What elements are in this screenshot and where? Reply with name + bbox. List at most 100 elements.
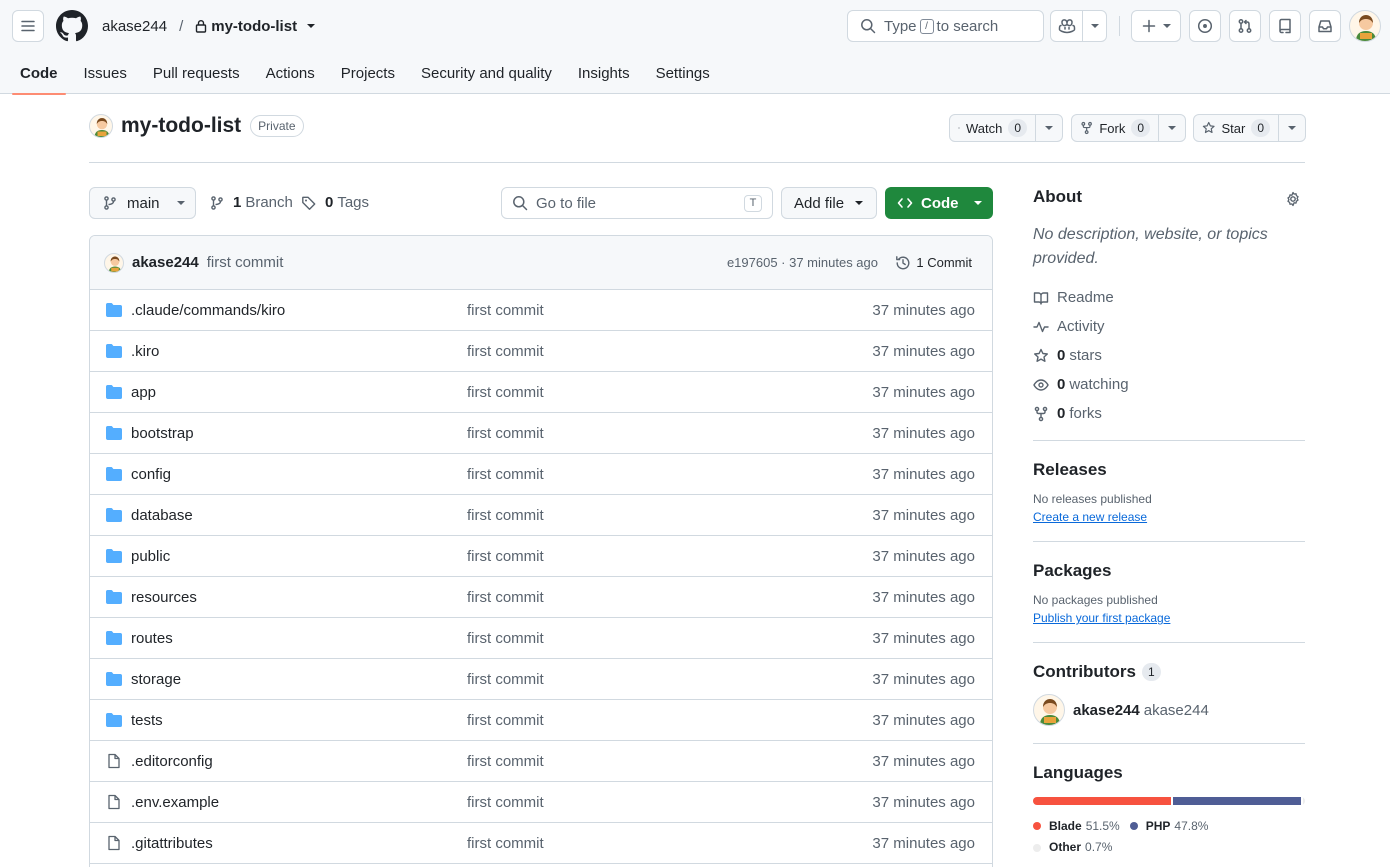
language-item[interactable]: Blade 51.5%: [1033, 816, 1120, 837]
file-name[interactable]: app: [131, 384, 156, 401]
tab-actions[interactable]: Actions: [258, 52, 323, 94]
repositories-button[interactable]: [1269, 10, 1301, 42]
file-row[interactable]: database first commit 37 minutes ago: [90, 495, 992, 536]
watch-button[interactable]: Watch 0: [949, 114, 1063, 142]
file-commit-message[interactable]: first commit: [467, 630, 544, 647]
file-commit-message[interactable]: first commit: [467, 835, 544, 852]
tab-projects[interactable]: Projects: [333, 52, 403, 94]
file-row[interactable]: tests first commit 37 minutes ago: [90, 700, 992, 741]
file-name[interactable]: .env.example: [131, 794, 219, 811]
file-row[interactable]: .kiro first commit 37 minutes ago: [90, 331, 992, 372]
language-item[interactable]: Other 0.7%: [1033, 837, 1112, 858]
file-commit-message[interactable]: first commit: [467, 671, 544, 688]
tags-link[interactable]: 0 Tags: [301, 194, 369, 211]
chevron-down-icon[interactable]: [1287, 125, 1297, 131]
breadcrumb-owner[interactable]: akase244: [102, 18, 167, 35]
commit-author[interactable]: akase244: [132, 254, 199, 271]
file-commit-message[interactable]: first commit: [467, 466, 544, 483]
publish-package-link[interactable]: Publish your first package: [1033, 611, 1305, 625]
tab-insights[interactable]: Insights: [570, 52, 638, 94]
file-name[interactable]: .claude/commands/kiro: [131, 302, 285, 319]
readme-link[interactable]: Readme: [1033, 283, 1305, 312]
language-item[interactable]: PHP 47.8%: [1129, 816, 1208, 837]
file-name[interactable]: .kiro: [131, 343, 159, 360]
search-input[interactable]: Type / to search: [847, 10, 1044, 42]
file-commit-message[interactable]: first commit: [467, 712, 544, 729]
breadcrumb-repo[interactable]: my-todo-list: [211, 18, 297, 35]
copilot-button[interactable]: [1050, 10, 1107, 42]
forks-link[interactable]: 0 forks: [1033, 399, 1305, 428]
tab-issues[interactable]: Issues: [76, 52, 135, 94]
branch-select[interactable]: main: [89, 187, 196, 219]
repo-name[interactable]: my-todo-list: [121, 114, 241, 138]
contributor-avatar[interactable]: [1033, 694, 1065, 726]
file-commit-message[interactable]: first commit: [467, 794, 544, 811]
hamburger-icon: [21, 20, 35, 32]
stars-link[interactable]: 0 stars: [1033, 341, 1305, 370]
contributors-heading[interactable]: Contributors: [1033, 662, 1136, 682]
file-name[interactable]: tests: [131, 712, 163, 729]
contributor-item[interactable]: akase244 akase244: [1033, 694, 1305, 726]
file-name[interactable]: .editorconfig: [131, 753, 213, 770]
file-commit-message[interactable]: first commit: [467, 343, 544, 360]
chevron-down-icon[interactable]: [1167, 125, 1177, 131]
file-row[interactable]: .env.example first commit 37 minutes ago: [90, 782, 992, 823]
chevron-down-icon[interactable]: [306, 23, 316, 29]
commit-author-avatar[interactable]: [104, 252, 124, 273]
file-commit-message[interactable]: first commit: [467, 589, 544, 606]
file-commit-message[interactable]: first commit: [467, 507, 544, 524]
user-avatar[interactable]: [1349, 10, 1381, 42]
file-name[interactable]: .gitattributes: [131, 835, 213, 852]
file-commit-message[interactable]: first commit: [467, 425, 544, 442]
file-row[interactable]: config first commit 37 minutes ago: [90, 454, 992, 495]
file-name[interactable]: routes: [131, 630, 173, 647]
file-row[interactable]: .claude/commands/kiro first commit 37 minu…: [90, 290, 992, 331]
add-file-button[interactable]: Add file: [781, 187, 877, 219]
file-row[interactable]: public first commit 37 minutes ago: [90, 536, 992, 577]
owner-avatar[interactable]: [89, 114, 113, 138]
chevron-down-icon[interactable]: [1044, 125, 1054, 131]
file-row[interactable]: storage first commit 37 minutes ago: [90, 659, 992, 700]
commit-message[interactable]: first commit: [207, 254, 284, 271]
tab-pull-requests[interactable]: Pull requests: [145, 52, 248, 94]
commits-link[interactable]: 1 Commit: [895, 255, 972, 271]
file-commit-message[interactable]: first commit: [467, 548, 544, 565]
file-row[interactable]: app first commit 37 minutes ago: [90, 372, 992, 413]
file-row[interactable]: .editorconfig first commit 37 minutes ago: [90, 741, 992, 782]
create-new-button[interactable]: [1131, 10, 1181, 42]
packages-heading[interactable]: Packages: [1033, 561, 1305, 581]
tab-security-and-quality[interactable]: Security and quality: [413, 52, 560, 94]
file-name[interactable]: storage: [131, 671, 181, 688]
file-row[interactable]: .gitattributes first commit 37 minutes ago: [90, 823, 992, 864]
file-commit-message[interactable]: first commit: [467, 302, 544, 319]
inbox-button[interactable]: [1309, 10, 1341, 42]
tab-settings[interactable]: Settings: [648, 52, 718, 94]
go-to-file-input[interactable]: Go to file T: [501, 187, 773, 219]
fork-button[interactable]: Fork 0: [1071, 114, 1186, 142]
gear-icon[interactable]: [1285, 191, 1301, 207]
file-name[interactable]: public: [131, 548, 170, 565]
contributor-login[interactable]: akase244: [1073, 702, 1140, 719]
file-commit-message[interactable]: first commit: [467, 753, 544, 770]
file-row[interactable]: bootstrap first commit 37 minutes ago: [90, 413, 992, 454]
file-name[interactable]: bootstrap: [131, 425, 194, 442]
tab-code[interactable]: Code: [12, 52, 66, 95]
pull-requests-button[interactable]: [1229, 10, 1261, 42]
file-commit-message[interactable]: first commit: [467, 384, 544, 401]
menu-button[interactable]: [12, 10, 44, 42]
file-name[interactable]: config: [131, 466, 171, 483]
issues-button[interactable]: [1189, 10, 1221, 42]
releases-heading[interactable]: Releases: [1033, 460, 1305, 480]
create-release-link[interactable]: Create a new release: [1033, 510, 1305, 524]
code-button[interactable]: Code: [885, 187, 993, 219]
file-row[interactable]: routes first commit 37 minutes ago: [90, 618, 992, 659]
file-name[interactable]: resources: [131, 589, 197, 606]
file-name[interactable]: database: [131, 507, 193, 524]
activity-link[interactable]: Activity: [1033, 312, 1305, 341]
branches-link[interactable]: 1 Branch: [209, 194, 293, 211]
commit-meta[interactable]: e197605 · 37 minutes ago: [727, 255, 878, 270]
file-row[interactable]: resources first commit 37 minutes ago: [90, 577, 992, 618]
watching-link[interactable]: 0 watching: [1033, 370, 1305, 399]
github-logo-icon[interactable]: [56, 10, 88, 42]
star-button[interactable]: Star 0: [1193, 114, 1306, 142]
